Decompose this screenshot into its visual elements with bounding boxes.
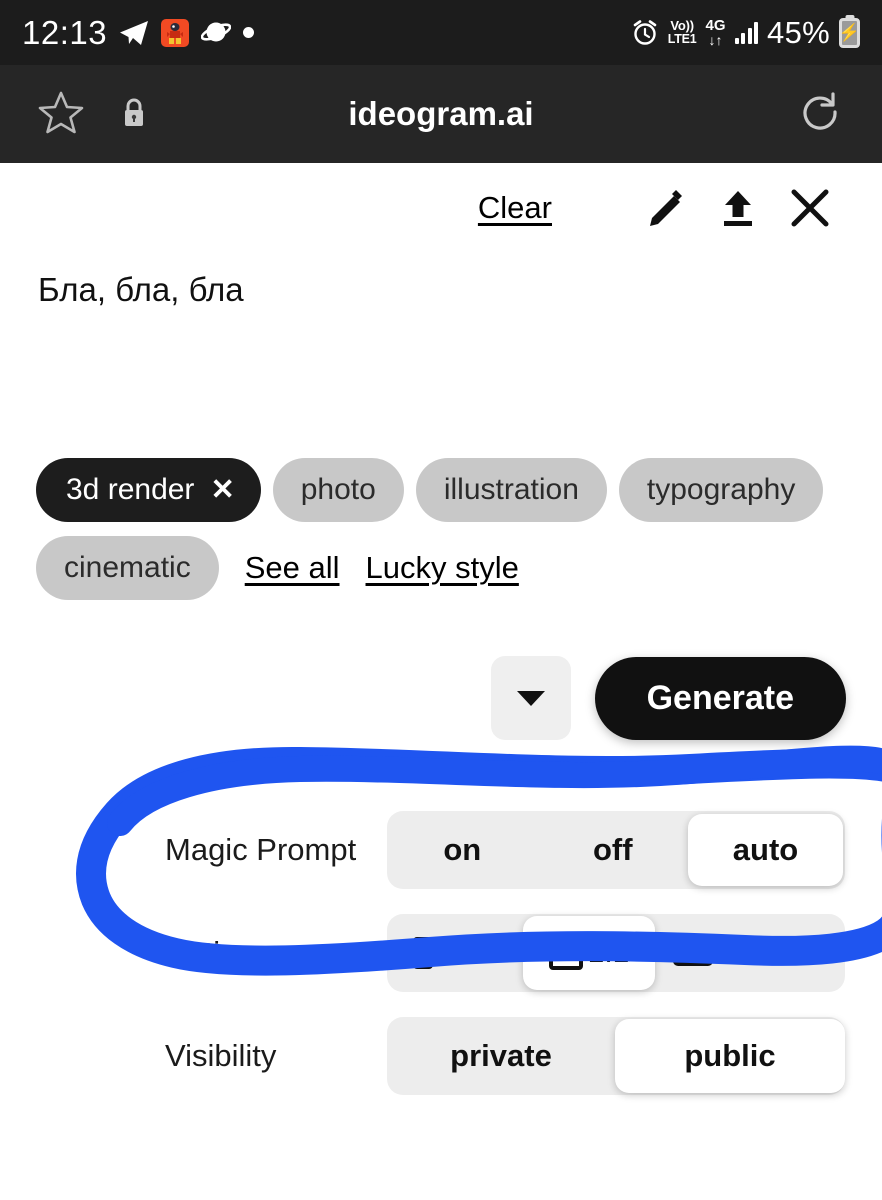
battery-percent-label: 45%: [767, 14, 830, 50]
dot-icon: [243, 27, 255, 38]
network-type-label: 4G: [705, 17, 726, 34]
data-arrows-icon: ↓↑: [708, 32, 723, 48]
style-chip-cinematic[interactable]: cinematic: [36, 536, 219, 600]
landscape-rect-icon: [673, 940, 714, 966]
chevron-down-icon: [806, 945, 834, 961]
lucky-style-link[interactable]: Lucky style: [366, 550, 519, 586]
status-bar: 12:13 Vo)) LTE1 4G ↓↑ 45% ⚡: [0, 0, 882, 65]
magic-prompt-option-off[interactable]: off: [538, 811, 689, 889]
style-chip-row-1: 3d render ✕ photo illustration typograph…: [36, 458, 848, 522]
volte-line2: LTE1: [667, 32, 697, 47]
style-chip-typography[interactable]: typography: [618, 458, 824, 522]
visibility-option-private[interactable]: private: [387, 1017, 615, 1095]
edit-pencil-icon[interactable]: [630, 188, 702, 228]
generate-button[interactable]: Generate: [594, 656, 846, 740]
upload-icon[interactable]: [702, 188, 774, 228]
ratio-option-9-16[interactable]: 9:16: [387, 914, 523, 992]
magic-prompt-option-auto[interactable]: auto: [688, 814, 843, 886]
style-chip-row-2: cinematic See all Lucky style: [36, 536, 848, 600]
magic-prompt-option-on[interactable]: on: [387, 811, 538, 889]
telegram-icon: [119, 20, 149, 46]
clear-button[interactable]: Clear: [478, 190, 552, 226]
style-chip-photo[interactable]: photo: [272, 458, 404, 522]
reload-icon[interactable]: [796, 88, 844, 141]
close-icon[interactable]: [774, 187, 846, 229]
magic-prompt-segmented-control: on off auto: [387, 811, 845, 889]
lock-icon: [120, 94, 148, 135]
portrait-rect-icon: [413, 937, 434, 969]
ratio-option-1-1[interactable]: 1:1: [523, 916, 655, 990]
planet-icon: [201, 19, 232, 46]
remove-chip-icon[interactable]: ✕: [210, 475, 234, 505]
ratio-more-button[interactable]: [795, 914, 845, 992]
style-chip-label: photo: [300, 473, 376, 506]
network-type-icon: 4G ↓↑: [706, 18, 726, 47]
star-icon[interactable]: [38, 90, 84, 139]
phone-screenshot: 12:13 Vo)) LTE1 4G ↓↑ 45% ⚡ ideogram.ai …: [0, 0, 882, 1200]
chevron-down-icon: [516, 690, 545, 706]
style-chip-3d-render[interactable]: 3d render ✕: [36, 458, 261, 522]
ratio-label: Ratio: [165, 935, 238, 970]
square-rect-icon: [548, 936, 583, 970]
status-bar-left: 12:13: [22, 13, 255, 52]
visibility-option-public[interactable]: public: [615, 1019, 845, 1093]
status-bar-right: Vo)) LTE1 4G ↓↑ 45% ⚡: [631, 15, 860, 51]
generate-options-button[interactable]: [490, 656, 571, 740]
style-chips: 3d render ✕ photo illustration typograph…: [36, 458, 848, 614]
page-content: Clear Бла, бла, бла 3d render ✕ photo il…: [0, 163, 882, 1200]
see-all-link[interactable]: See all: [245, 550, 340, 586]
ratio-option-label: 9:16: [438, 936, 497, 969]
visibility-segmented-control: private public: [387, 1017, 845, 1095]
ratio-segmented-control: 9:16 1:1 16:9: [387, 914, 845, 992]
signal-bars-icon: [734, 21, 759, 44]
ratio-option-label: 1:1: [587, 936, 630, 969]
style-chip-illustration[interactable]: illustration: [415, 458, 607, 522]
generate-row: Generate: [490, 656, 846, 740]
style-chip-label: 3d render: [66, 473, 195, 506]
alarm-icon: [631, 19, 659, 47]
style-chip-label: typography: [646, 473, 796, 506]
visibility-label: Visibility: [165, 1038, 277, 1073]
browser-bar: ideogram.ai: [0, 65, 882, 163]
style-chip-label: illustration: [443, 473, 579, 506]
ratio-option-16-9[interactable]: 16:9: [655, 914, 795, 992]
prompt-toolbar: Clear: [478, 187, 846, 229]
volte-line1: Vo)): [670, 18, 694, 34]
visibility-row: Visibility private public: [0, 1014, 882, 1098]
settings-panel: Magic Prompt on off auto Ratio 9:16 1:1 …: [0, 808, 882, 1117]
ratio-row: Ratio 9:16 1:1 16:9: [0, 911, 882, 995]
volte-icon: Vo)) LTE1: [668, 19, 697, 46]
app-badge-icon: [161, 18, 190, 47]
prompt-text[interactable]: Бла, бла, бла: [38, 271, 244, 309]
status-bar-clock: 12:13: [22, 13, 108, 51]
ratio-option-label: 16:9: [718, 936, 777, 969]
magic-prompt-row: Magic Prompt on off auto: [0, 808, 882, 892]
magic-prompt-label: Magic Prompt: [165, 832, 357, 867]
style-chip-label: cinematic: [64, 551, 191, 584]
battery-charging-icon: ⚡: [839, 17, 860, 48]
